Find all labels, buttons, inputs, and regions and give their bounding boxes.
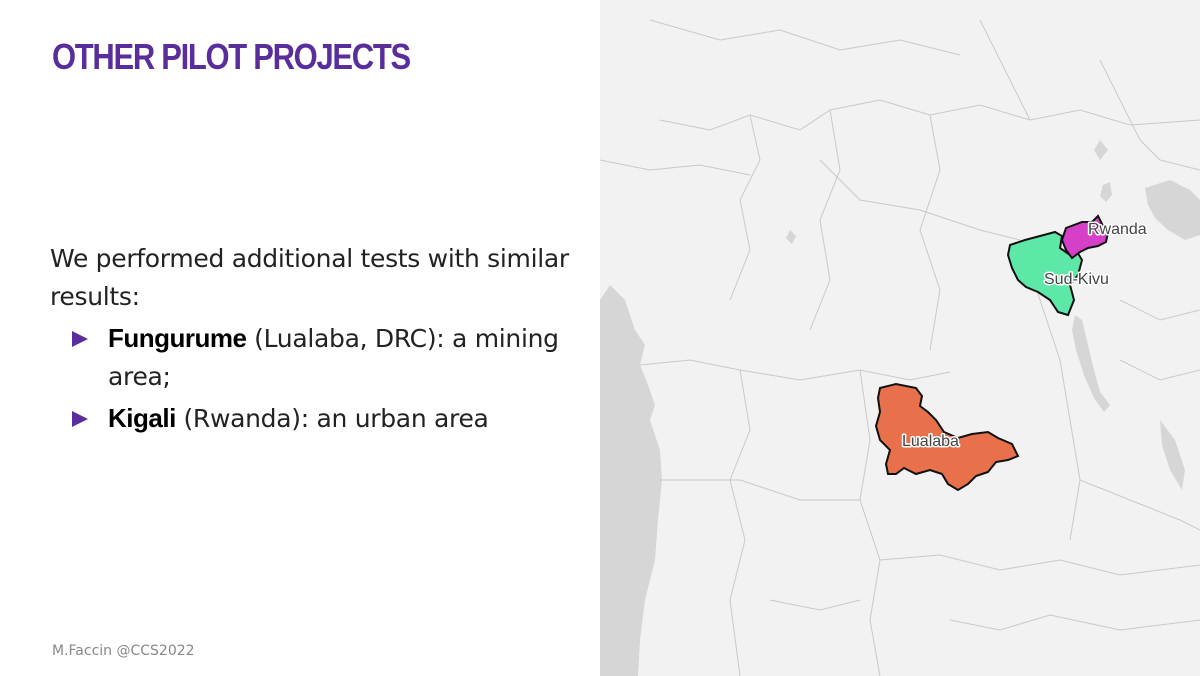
slide-title: OTHER PILOT PROJECTS	[52, 36, 411, 77]
lualaba-label: Lualaba	[902, 433, 959, 450]
bullet-item-kigali: Kigali (Rwanda): an urban area	[72, 399, 582, 438]
land-area	[600, 0, 1200, 676]
slide-text-panel: OTHER PILOT PROJECTS We performed additi…	[0, 0, 600, 676]
bullet-keyword: Fungurume	[108, 323, 247, 353]
bullet-keyword: Kigali	[108, 403, 176, 433]
footer-credit: M.Faccin @CCS2022	[52, 643, 195, 659]
triangle-bullet-icon	[72, 331, 88, 347]
map-panel[interactable]: Rwanda Sud-Kivu Lualaba	[600, 0, 1200, 676]
bullet-detail: (Rwanda): an urban area	[175, 404, 489, 433]
map-svg: Rwanda Sud-Kivu Lualaba	[600, 0, 1200, 676]
triangle-bullet-icon	[72, 411, 88, 427]
bullet-list: Fungurume (Lualaba, DRC): a mining area;…	[72, 319, 582, 441]
intro-text: We performed additional tests with simil…	[50, 244, 569, 311]
rwanda-label: Rwanda	[1088, 221, 1147, 238]
sud-kivu-label: Sud-Kivu	[1044, 271, 1109, 288]
bullet-item-fungurume: Fungurume (Lualaba, DRC): a mining area;	[72, 319, 582, 396]
